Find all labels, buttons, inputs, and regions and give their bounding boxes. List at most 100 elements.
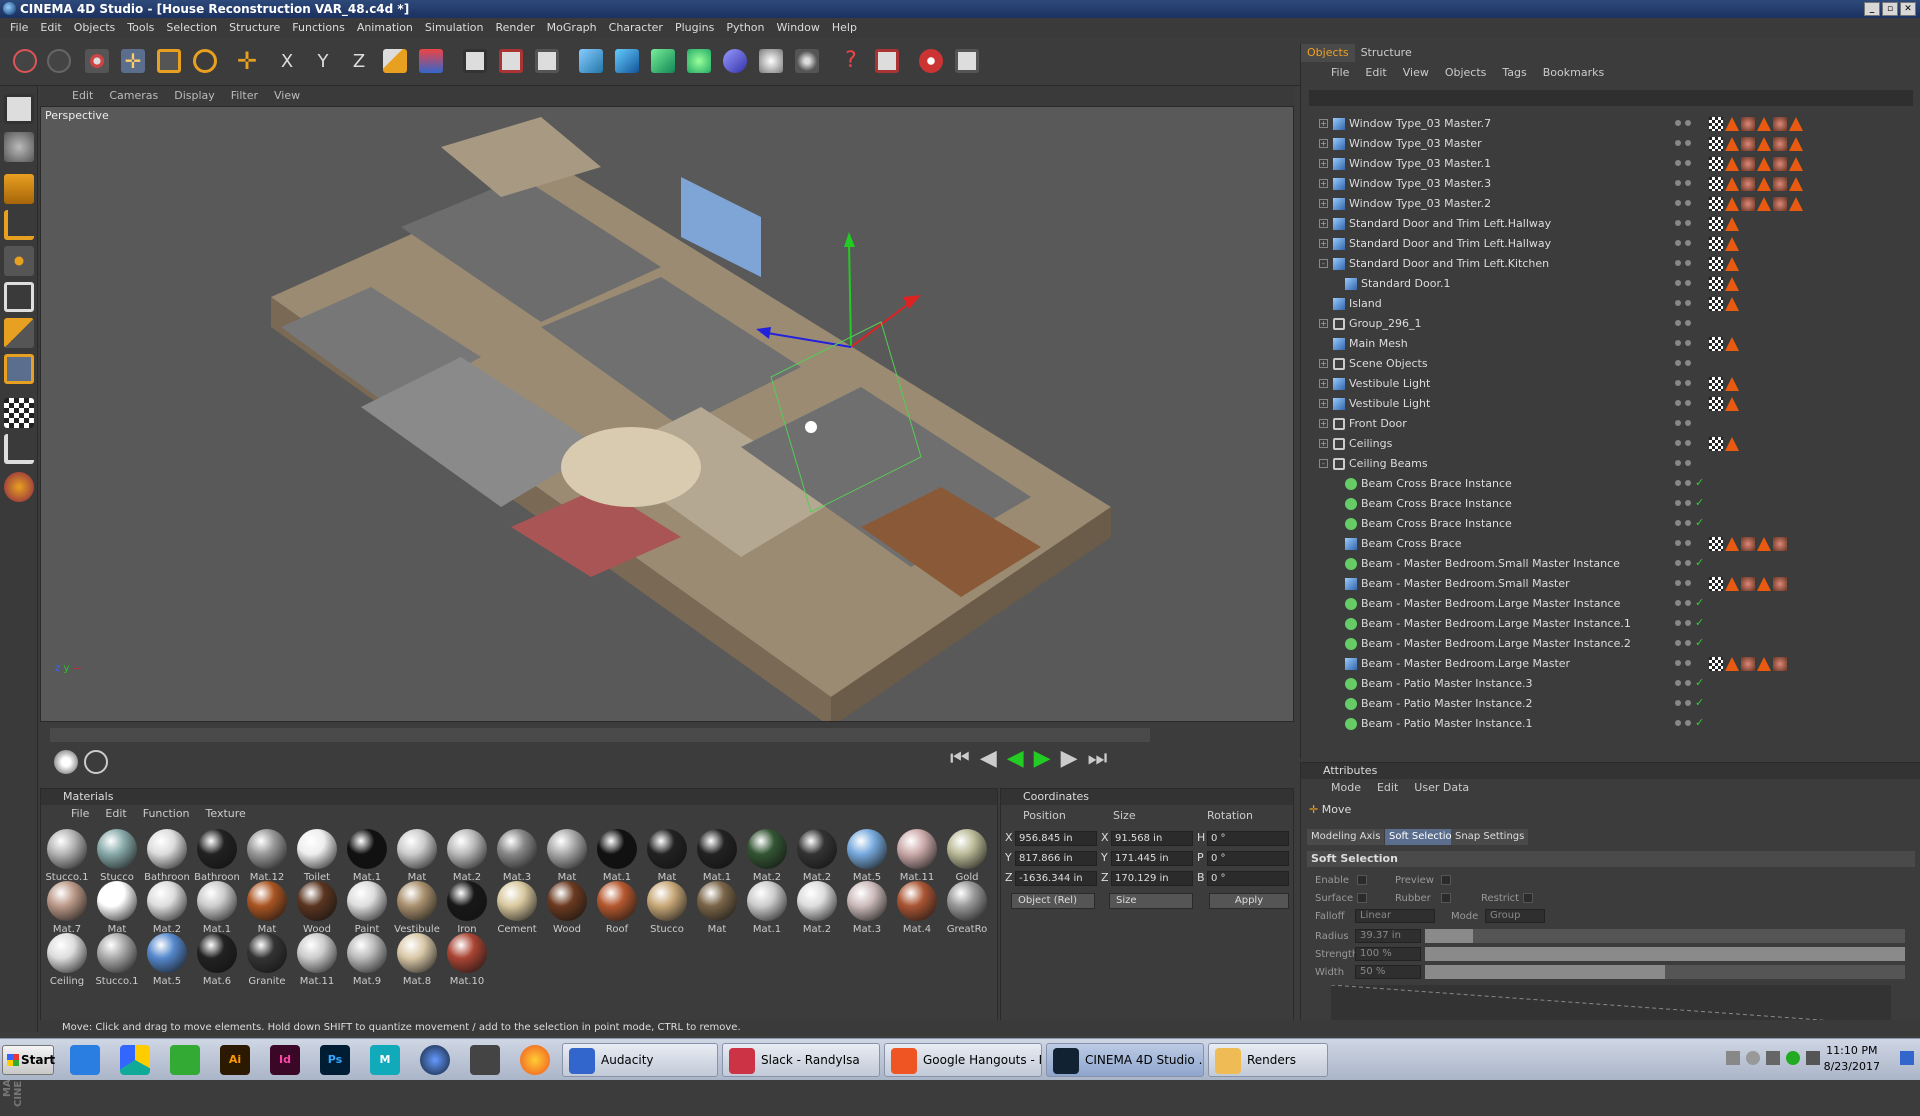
points-mode-icon[interactable] xyxy=(4,246,34,276)
material-swatch[interactable]: Stucco.1 xyxy=(43,827,91,887)
viewport-menu-edit[interactable]: Edit xyxy=(64,86,101,106)
subdivision-surface-icon[interactable] xyxy=(648,46,678,76)
visibility-render-icon[interactable] xyxy=(1685,580,1691,586)
material-tag-icon[interactable] xyxy=(1709,397,1723,411)
materials-menu-texture[interactable]: Texture xyxy=(198,805,254,823)
snap-icon[interactable] xyxy=(4,434,34,464)
particles-icon[interactable] xyxy=(792,46,822,76)
visibility-render-icon[interactable] xyxy=(1685,260,1691,266)
material-tag-icon[interactable] xyxy=(1725,137,1739,151)
surface-checkbox[interactable] xyxy=(1357,893,1367,903)
menu-objects[interactable]: Objects xyxy=(68,18,122,38)
visibility-editor-icon[interactable] xyxy=(1675,480,1681,486)
material-swatch[interactable]: Ceiling xyxy=(43,931,91,991)
circle-icon[interactable] xyxy=(84,750,108,774)
material-tag-icon[interactable] xyxy=(1725,277,1739,291)
z-axis-lock[interactable]: Z xyxy=(344,46,374,76)
visibility-render-icon[interactable] xyxy=(1685,600,1691,606)
material-tag-icon[interactable] xyxy=(1757,197,1771,211)
rotation-field[interactable]: 0 ° xyxy=(1207,831,1289,846)
material-swatch[interactable]: Paint xyxy=(343,879,391,939)
restrict-checkbox[interactable] xyxy=(1523,893,1533,903)
play-forward-icon[interactable]: ▶ xyxy=(1034,746,1051,771)
sheets-icon[interactable] xyxy=(170,1045,200,1075)
show-desktop-icon[interactable] xyxy=(1900,1051,1914,1065)
visibility-editor-icon[interactable] xyxy=(1675,220,1681,226)
viewport-menu-filter[interactable]: Filter xyxy=(223,86,266,106)
enabled-check-icon[interactable]: ✓ xyxy=(1695,476,1704,489)
indesign-icon[interactable]: Id xyxy=(270,1045,300,1075)
spline-pen-icon[interactable] xyxy=(612,46,642,76)
perspective-viewport[interactable]: Perspective z y — xyxy=(40,106,1294,722)
material-swatch[interactable]: Stucco xyxy=(93,827,141,887)
object-row[interactable]: Beam - Patio Master Instance.2 ✓ xyxy=(1309,694,1913,714)
material-swatch[interactable]: Mat.3 xyxy=(843,879,891,939)
enabled-check-icon[interactable]: ✓ xyxy=(1695,616,1704,629)
volume-icon[interactable] xyxy=(1806,1051,1820,1065)
expand-toggle-icon[interactable]: + xyxy=(1319,199,1328,208)
material-tag-icon[interactable] xyxy=(1789,137,1803,151)
material-swatch[interactable]: Mat.2 xyxy=(793,879,841,939)
expand-toggle-icon[interactable]: - xyxy=(1319,459,1328,468)
material-tag-icon[interactable] xyxy=(1709,117,1723,131)
menu-functions[interactable]: Functions xyxy=(286,18,351,38)
material-swatch[interactable]: Wood xyxy=(293,879,341,939)
visibility-editor-icon[interactable] xyxy=(1675,340,1681,346)
material-tag-icon[interactable] xyxy=(1741,117,1755,131)
material-tag-icon[interactable] xyxy=(1709,257,1723,271)
object-row[interactable]: - Standard Door and Trim Left.Kitchen xyxy=(1309,254,1913,274)
visibility-render-icon[interactable] xyxy=(1685,540,1691,546)
material-tag-icon[interactable] xyxy=(1725,297,1739,311)
illustrator-icon[interactable]: Ai xyxy=(220,1045,250,1075)
material-swatch[interactable]: Mat.8 xyxy=(393,931,441,991)
material-tag-icon[interactable] xyxy=(1789,157,1803,171)
material-tag-icon[interactable] xyxy=(1709,657,1723,671)
object-menu-edit[interactable]: Edit xyxy=(1357,64,1394,82)
expand-toggle-icon[interactable]: - xyxy=(1319,259,1328,268)
radius-field[interactable]: 39.37 in xyxy=(1355,929,1421,943)
scene-icon[interactable] xyxy=(756,46,786,76)
dropbox-icon[interactable] xyxy=(70,1045,100,1075)
object-row[interactable]: Beam - Master Bedroom.Large Master Insta… xyxy=(1309,634,1913,654)
material-tag-icon[interactable] xyxy=(1725,657,1739,671)
material-swatch[interactable]: Roof xyxy=(593,879,641,939)
expand-toggle-icon[interactable]: + xyxy=(1319,319,1328,328)
expand-toggle-icon[interactable]: + xyxy=(1319,119,1328,128)
object-row[interactable]: Beam - Master Bedroom.Large Master Insta… xyxy=(1309,594,1913,614)
material-tag-icon[interactable] xyxy=(1725,237,1739,251)
visibility-render-icon[interactable] xyxy=(1685,660,1691,666)
size-field[interactable]: 171.445 in xyxy=(1111,851,1193,866)
menu-file[interactable]: File xyxy=(4,18,34,38)
material-swatch[interactable]: Mat.12 xyxy=(243,827,291,887)
visibility-editor-icon[interactable] xyxy=(1675,440,1681,446)
material-tag-icon[interactable] xyxy=(1709,157,1723,171)
material-tag-icon[interactable] xyxy=(1709,297,1723,311)
menu-selection[interactable]: Selection xyxy=(160,18,223,38)
menu-window[interactable]: Window xyxy=(771,18,826,38)
live-selection-icon[interactable] xyxy=(82,46,112,76)
material-tag-icon[interactable] xyxy=(1725,397,1739,411)
visibility-render-icon[interactable] xyxy=(1685,380,1691,386)
material-tag-icon[interactable] xyxy=(1725,157,1739,171)
material-swatch[interactable]: GreatRo xyxy=(943,879,991,939)
visibility-render-icon[interactable] xyxy=(1685,400,1691,406)
object-row[interactable]: + Ceilings xyxy=(1309,434,1913,454)
tray-app-icon[interactable] xyxy=(1786,1051,1800,1065)
material-swatch[interactable]: Iron xyxy=(443,879,491,939)
enabled-check-icon[interactable]: ✓ xyxy=(1695,516,1704,529)
object-menu-bookmarks[interactable]: Bookmarks xyxy=(1535,64,1612,82)
visibility-render-icon[interactable] xyxy=(1685,200,1691,206)
material-swatch[interactable]: Mat xyxy=(643,827,691,887)
material-tag-icon[interactable] xyxy=(1773,577,1787,591)
object-row[interactable]: Beam - Master Bedroom.Small Master Insta… xyxy=(1309,554,1913,574)
strength-slider[interactable] xyxy=(1425,947,1905,961)
material-swatch[interactable]: Vestibule xyxy=(393,879,441,939)
materials-menu-function[interactable]: Function xyxy=(135,805,198,823)
material-swatch[interactable]: Stucco xyxy=(643,879,691,939)
material-tag-icon[interactable] xyxy=(1725,577,1739,591)
model-mode-icon[interactable] xyxy=(4,174,34,204)
object-row[interactable]: - Ceiling Beams xyxy=(1309,454,1913,474)
workplane-icon[interactable] xyxy=(4,472,34,502)
enabled-check-icon[interactable]: ✓ xyxy=(1695,556,1704,569)
material-tag-icon[interactable] xyxy=(1741,137,1755,151)
